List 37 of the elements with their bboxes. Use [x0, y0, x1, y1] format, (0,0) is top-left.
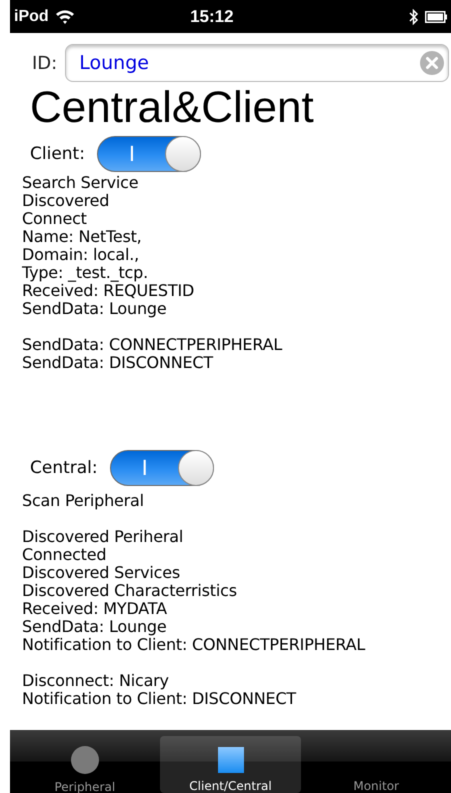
- log-line: SendData: Lounge: [22, 300, 168, 318]
- log-line: Scan Peripheral: [22, 492, 145, 510]
- log-line: Notification to Client: DISCONNECT: [22, 690, 298, 708]
- clock-time: 15:12: [189, 6, 235, 26]
- log-line: Search Service: [22, 174, 140, 192]
- log-line: SendData: DISCONNECT: [22, 354, 214, 372]
- log-line: Domain: local.,: [22, 246, 140, 264]
- circle-icon: [70, 746, 99, 774]
- log-line: Discovered Periheral: [22, 528, 184, 546]
- log-line: Discovered Services: [22, 564, 181, 582]
- wifi-icon: [54, 9, 75, 24]
- log-line: Connect: [22, 210, 88, 228]
- log-line: Name: NetTest,: [22, 228, 143, 246]
- log-line: Connected: [22, 546, 108, 564]
- log-line: SendData: CONNECTPERIPHERAL: [22, 336, 284, 354]
- toggle-switch[interactable]: I: [110, 450, 214, 486]
- log-line: Discovered Characterristics: [22, 582, 238, 600]
- carrier-name: iPod: [14, 8, 49, 26]
- switch-label: Client:: [30, 144, 85, 164]
- toggle-switch[interactable]: I: [96, 136, 201, 172]
- clear-icon[interactable]: [420, 51, 444, 75]
- log-line: SendData: Lounge: [22, 618, 168, 636]
- log-line: Type: _test._tcp.: [22, 264, 149, 282]
- id-label: ID:: [32, 52, 58, 74]
- id-input-field[interactable]: Lounge: [65, 44, 449, 82]
- tab[interactable]: Client/Central: [160, 736, 302, 793]
- log-line: Disconnect: Nicary: [22, 672, 170, 690]
- log-line: Discovered: [22, 192, 110, 210]
- log-line: Received: MYDATA: [22, 600, 168, 618]
- switch-label: Central:: [30, 458, 98, 478]
- log-line: Notification to Client: CONNECTPERIPHERAL: [22, 636, 366, 654]
- log-line: Received: REQUESTID: [22, 282, 196, 300]
- tab[interactable]: Monitor: [305, 736, 448, 793]
- square-icon: [218, 746, 244, 772]
- battery-icon: [425, 10, 447, 22]
- bluetooth-icon: [409, 8, 419, 24]
- page-title: Central&Client: [30, 84, 315, 132]
